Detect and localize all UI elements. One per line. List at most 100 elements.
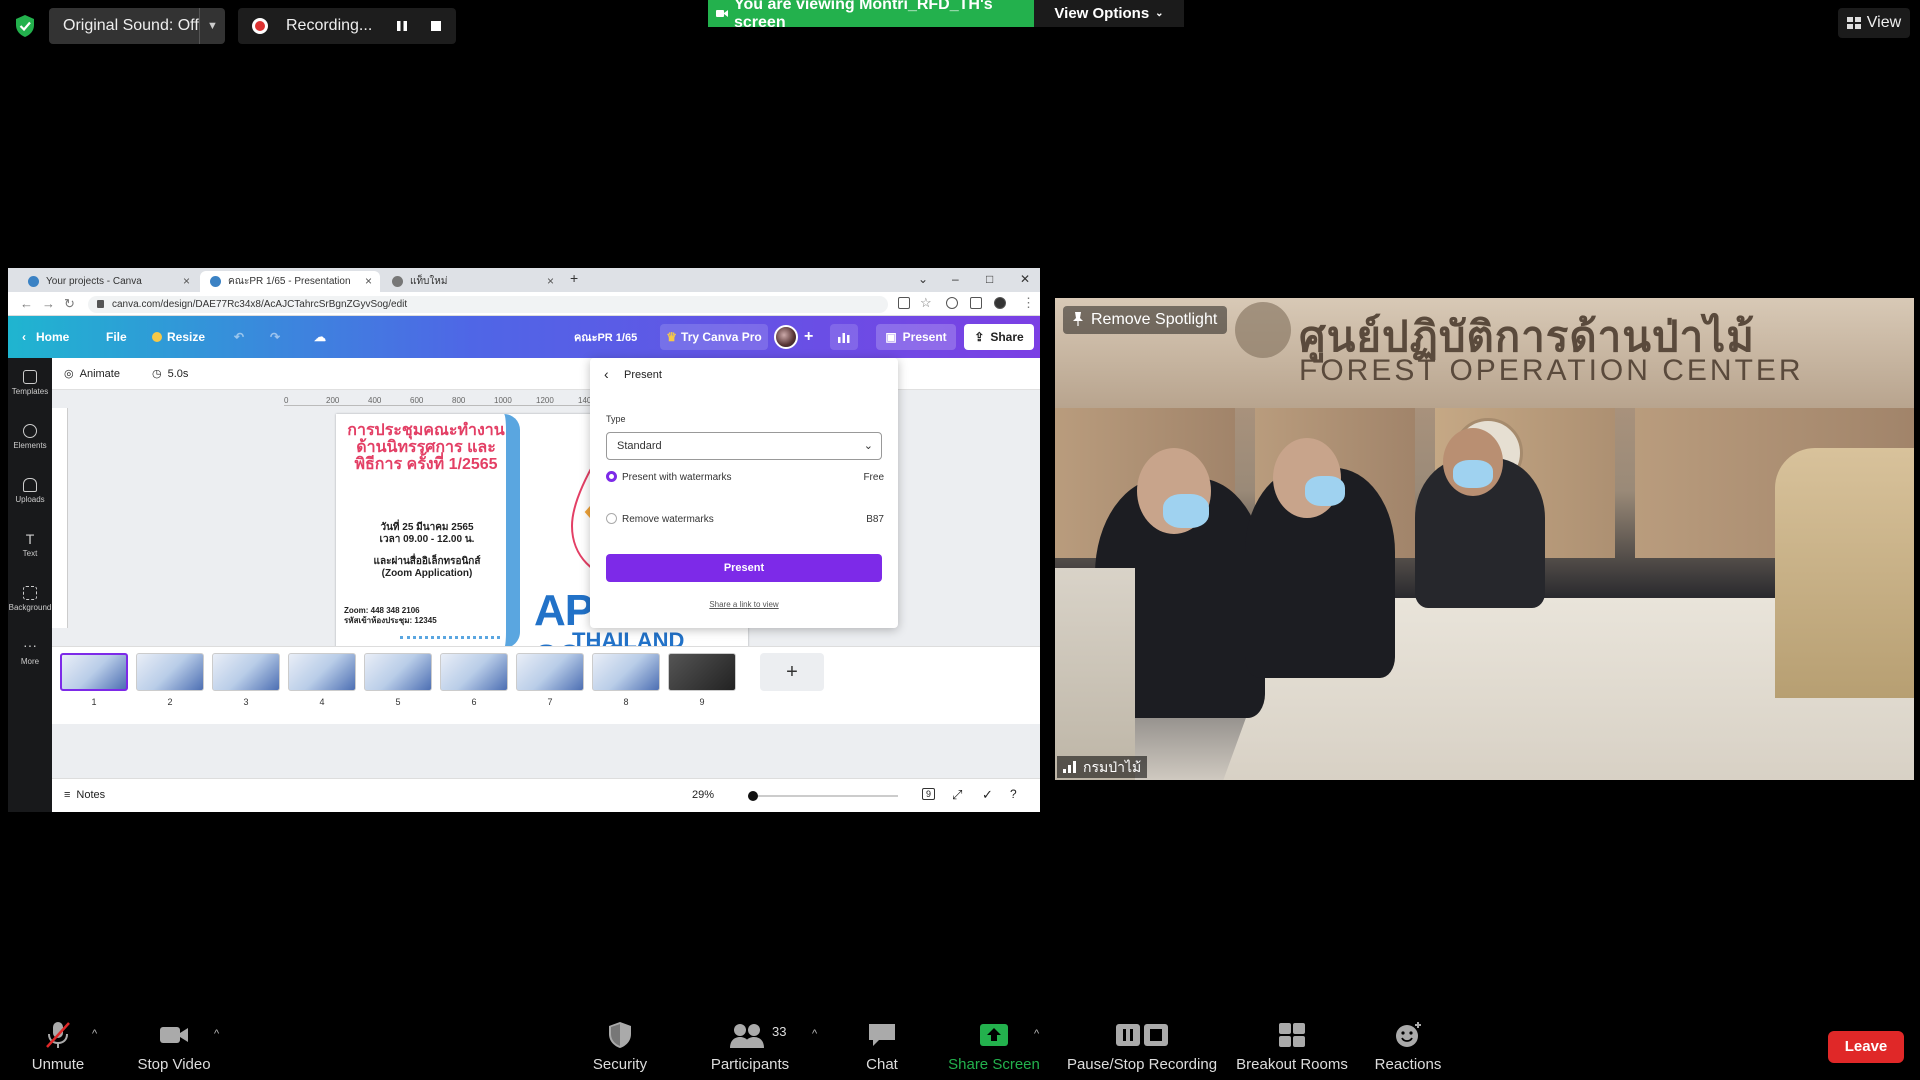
redo-icon[interactable]: ↷: [270, 316, 280, 358]
pause-stop-recording-button[interactable]: Pause/Stop Recording: [1064, 1020, 1220, 1073]
close-tab-icon[interactable]: ×: [365, 274, 372, 288]
rail-uploads[interactable]: Uploads: [8, 478, 52, 504]
zoom-slider-handle[interactable]: [748, 791, 758, 801]
document-title[interactable]: คณะPR 1/65: [574, 316, 637, 358]
share-page-icon[interactable]: [898, 297, 910, 309]
leave-button[interactable]: Leave: [1828, 1031, 1904, 1063]
zoom-level[interactable]: 29%: [692, 789, 714, 801]
bookmark-star-icon[interactable]: ☆: [920, 295, 932, 311]
minimize-icon[interactable]: –: [952, 272, 959, 286]
slide-thumbnail[interactable]: [136, 653, 204, 691]
profile-avatar-icon[interactable]: [994, 297, 1006, 309]
resize-button[interactable]: Resize: [152, 316, 205, 358]
zoom-slider[interactable]: [748, 791, 898, 801]
stop-recording-button[interactable]: [422, 12, 450, 40]
check-circle-icon[interactable]: ✓: [982, 787, 993, 803]
notes-button[interactable]: ≡ Notes: [64, 789, 105, 801]
browser-menu-icon[interactable]: ⋮: [1022, 295, 1035, 311]
browser-tab[interactable]: Your projects - Canva ×: [18, 271, 198, 292]
browser-tab-active[interactable]: คณะPR 1/65 - Presentation ×: [200, 271, 380, 292]
tab-search-icon[interactable]: ⌄: [918, 272, 928, 286]
remove-spotlight-button[interactable]: Remove Spotlight: [1063, 306, 1228, 334]
url-field[interactable]: canva.com/design/DAE77Rc34x8/AcAJCTahrcS…: [88, 296, 888, 313]
present-top-button[interactable]: ▣ Present: [876, 324, 956, 350]
rail-text[interactable]: T Text: [8, 532, 52, 558]
new-tab-icon[interactable]: +: [570, 270, 578, 286]
breakout-rooms-button[interactable]: Breakout Rooms: [1234, 1020, 1350, 1073]
chevron-down-icon[interactable]: ▼: [199, 8, 225, 44]
user-avatar[interactable]: [774, 325, 798, 349]
rail-background[interactable]: Background: [8, 586, 52, 612]
reactions-label: Reactions: [1374, 1056, 1442, 1073]
animate-button[interactable]: ◎ Animate: [64, 367, 120, 380]
radio-remove-watermarks[interactable]: [606, 513, 617, 524]
participants-options-chevron-icon[interactable]: ^: [812, 1028, 817, 1040]
notes-label: Notes: [76, 789, 106, 801]
pause-recording-button[interactable]: [388, 12, 416, 40]
present-type-select[interactable]: Standard ⌄: [606, 432, 882, 460]
chevron-down-icon: ⌄: [863, 440, 873, 452]
ruler-tick: 800: [452, 396, 466, 405]
slide-thumbnail[interactable]: [668, 653, 736, 691]
vertical-ruler: [52, 408, 68, 628]
try-canva-pro-button[interactable]: ♛ Try Canva Pro: [660, 324, 768, 350]
stop-video-button[interactable]: Stop Video: [132, 1020, 216, 1073]
rail-elements[interactable]: Elements: [8, 424, 52, 450]
forward-icon[interactable]: →: [42, 296, 55, 311]
close-tab-icon[interactable]: ×: [547, 274, 554, 288]
chat-button[interactable]: Chat: [852, 1020, 912, 1073]
reload-icon[interactable]: ↻: [64, 296, 75, 312]
thumbnail-number: 2: [167, 697, 173, 707]
rail-templates[interactable]: Templates: [8, 370, 52, 396]
security-button[interactable]: Security: [580, 1020, 660, 1073]
extensions-icon[interactable]: [946, 297, 958, 309]
video-options-chevron-icon[interactable]: ^: [214, 1028, 219, 1040]
home-button[interactable]: ‹ Home: [22, 316, 69, 358]
browser-tab[interactable]: แท็บใหม่ ×: [382, 271, 562, 292]
cloud-saved-icon[interactable]: ☁: [314, 316, 326, 358]
file-menu[interactable]: File: [106, 316, 127, 358]
participant-video[interactable]: ศูนย์ปฏิบัติการด้านป่าไม้ FOREST OPERATI…: [1055, 298, 1914, 780]
share-link-to-view[interactable]: Share a link to view: [590, 600, 898, 609]
share-options-chevron-icon[interactable]: ^: [1034, 1028, 1039, 1040]
page-count-button[interactable]: 9: [922, 788, 936, 800]
audio-options-chevron-icon[interactable]: ^: [92, 1028, 97, 1040]
share-screen-button[interactable]: Share Screen: [944, 1020, 1044, 1073]
maximize-icon[interactable]: □: [986, 272, 993, 286]
close-window-icon[interactable]: ✕: [1020, 272, 1030, 286]
remove-spotlight-label: Remove Spotlight: [1091, 311, 1218, 328]
undo-icon[interactable]: ↶: [234, 316, 244, 358]
fullscreen-icon[interactable]: ⤢: [952, 787, 962, 803]
add-page-button[interactable]: +: [760, 653, 824, 691]
original-sound-toggle[interactable]: Original Sound: Off ▼: [49, 8, 225, 44]
encryption-shield-icon[interactable]: [14, 14, 36, 38]
help-icon[interactable]: ?: [1010, 787, 1017, 801]
back-icon[interactable]: ←: [20, 296, 33, 311]
timing-button[interactable]: ◷ 5.0s: [152, 367, 188, 380]
radio-present-with-watermarks[interactable]: [606, 471, 617, 482]
stop-icon: [431, 21, 441, 31]
rail-more[interactable]: ··· More: [8, 638, 52, 666]
unmute-button[interactable]: Unmute: [20, 1020, 96, 1073]
close-tab-icon[interactable]: ×: [183, 274, 190, 288]
view-options-button[interactable]: View Options ⌄: [1034, 0, 1184, 27]
view-button[interactable]: View: [1838, 8, 1910, 38]
slide-thumbnail[interactable]: [592, 653, 660, 691]
slide-thumbnail[interactable]: [364, 653, 432, 691]
new-tab-favicon-icon: [392, 276, 403, 287]
animate-icon: ◎: [64, 368, 74, 380]
share-label: Share: [990, 330, 1024, 344]
present-confirm-button[interactable]: Present: [606, 554, 882, 582]
back-chevron-icon[interactable]: ‹: [604, 366, 609, 382]
share-button[interactable]: ⇪ Share: [964, 324, 1034, 350]
slide-thumbnail[interactable]: [60, 653, 128, 691]
participants-button[interactable]: Participants: [690, 1020, 810, 1073]
insights-button[interactable]: [830, 324, 858, 350]
reactions-button[interactable]: Reactions: [1370, 1020, 1446, 1073]
slide-thumbnail[interactable]: [516, 653, 584, 691]
slide-thumbnail[interactable]: [440, 653, 508, 691]
add-collaborator-icon[interactable]: +: [804, 316, 813, 358]
slide-thumbnail[interactable]: [288, 653, 356, 691]
sidebar-icon[interactable]: [970, 297, 982, 309]
slide-thumbnail[interactable]: [212, 653, 280, 691]
